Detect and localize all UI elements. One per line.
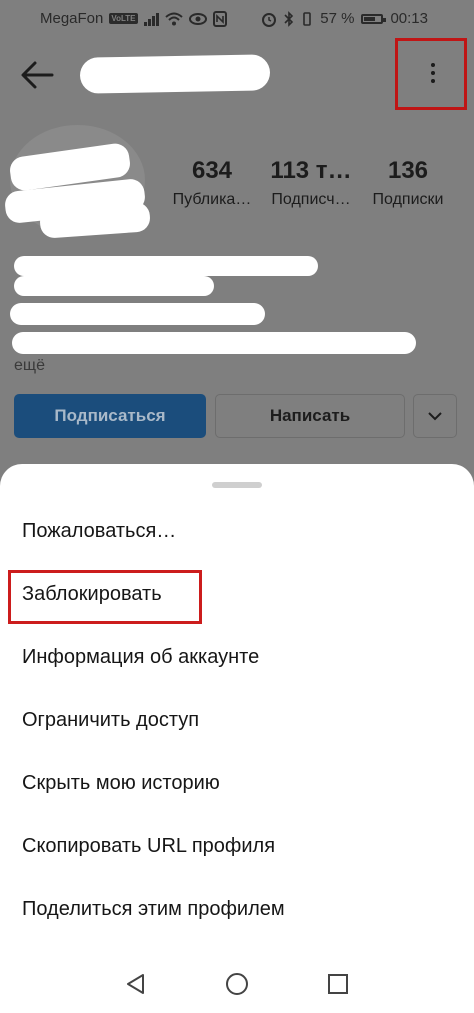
menu-item-label: Скопировать URL профиля (22, 834, 276, 857)
bio-redaction (10, 303, 265, 325)
stat-label: Подписч… (271, 191, 351, 208)
vibrate-icon (303, 11, 312, 26)
menu-item-label: Информация об аккаунте (22, 645, 260, 668)
options-bottom-sheet: Пожаловаться… Заблокировать Информация о… (0, 464, 474, 1013)
wifi-icon (164, 12, 183, 25)
battery-icon (361, 13, 387, 24)
highlight-annotation (8, 570, 202, 624)
bio-redaction (14, 256, 318, 276)
menu-item-label: Скрыть мою историю (22, 771, 220, 794)
stat-value: 634 (191, 157, 233, 184)
circle-home-icon[interactable] (225, 972, 249, 996)
menu-item-label: Ограничить доступ (22, 708, 200, 731)
stat-label: Подписки (372, 191, 444, 208)
bio-redaction (14, 276, 214, 296)
menu-item-label: Пожаловаться… (22, 519, 177, 542)
system-nav-bar (0, 950, 474, 1013)
volte-icon: VoLTE (109, 13, 138, 24)
menu-item-account-info[interactable]: Информация об аккаунте (0, 629, 474, 685)
alarm-icon (262, 12, 277, 27)
message-button[interactable]: Написать (215, 394, 405, 438)
arrow-left-icon[interactable] (20, 60, 54, 90)
chevron-down-icon (428, 412, 442, 421)
menu-item-report[interactable]: Пожаловаться… (0, 503, 474, 559)
clock: 00:13 (390, 10, 428, 27)
menu-item-copy-url[interactable]: Скопировать URL профиля (0, 818, 474, 874)
menu-item-share-profile[interactable]: Поделиться этим профилем (0, 881, 474, 937)
sheet-drag-handle[interactable] (212, 482, 262, 488)
stat-posts[interactable]: 634 Публика… (166, 157, 258, 209)
carrier-name: MegaFon (40, 10, 104, 27)
bio-more-link[interactable]: ещё (14, 357, 45, 375)
more-vertical-icon (431, 63, 435, 87)
eye-icon (188, 12, 207, 25)
username-redaction (79, 54, 271, 94)
square-recents-icon[interactable] (326, 972, 350, 996)
avatar-redaction (39, 201, 151, 239)
stat-value: 136 (387, 157, 429, 184)
stat-following[interactable]: 136 Подписки (362, 157, 454, 209)
menu-item-label: Поделиться этим профилем (22, 897, 285, 920)
status-bar: MegaFon VoLTE 57 % 00:13 (0, 0, 474, 36)
menu-item-hide-story[interactable]: Скрыть мою историю (0, 755, 474, 811)
stat-value: 113 т… (270, 157, 352, 184)
stat-label: Публика… (172, 191, 252, 208)
subscribe-button[interactable]: Подписаться (14, 394, 206, 438)
more-options-button[interactable] (395, 38, 467, 110)
signal-icon (143, 12, 159, 26)
suggestions-button[interactable] (413, 394, 457, 438)
menu-item-restrict[interactable]: Ограничить доступ (0, 692, 474, 748)
bluetooth-icon (284, 10, 294, 27)
triangle-back-icon[interactable] (124, 972, 148, 996)
nfc-icon (212, 10, 227, 27)
bio-redaction (12, 332, 416, 354)
stat-followers[interactable]: 113 т… Подписч… (262, 157, 360, 209)
battery-percent: 57 % (320, 10, 355, 27)
